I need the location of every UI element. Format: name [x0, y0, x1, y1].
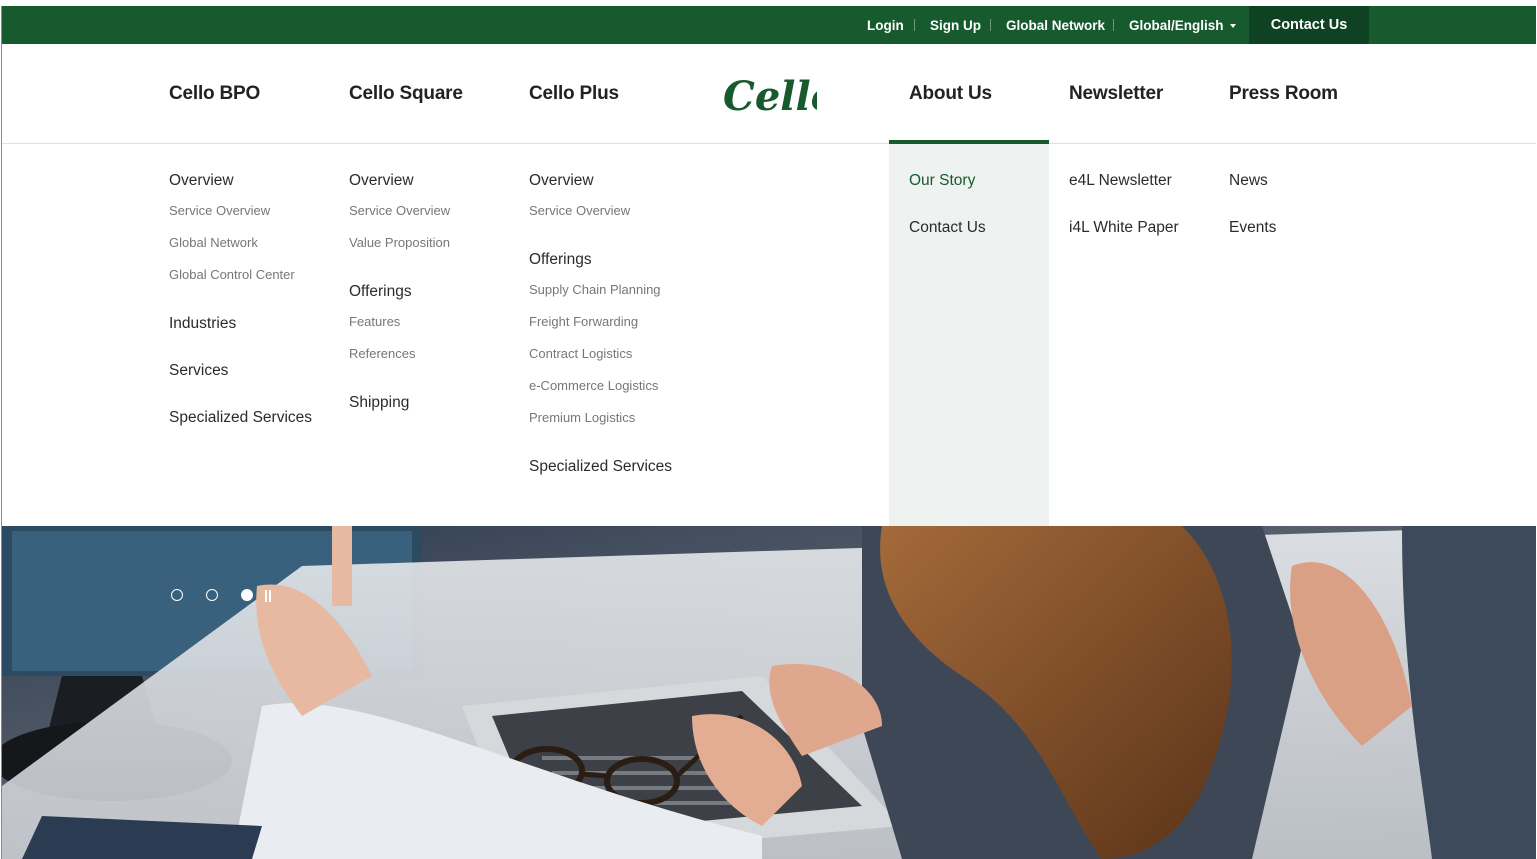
pause-bar	[269, 590, 271, 602]
slider-dot-3[interactable]	[241, 589, 253, 601]
plus-contract-logistics[interactable]: Contract Logistics	[529, 346, 632, 361]
square-offerings[interactable]: Offerings	[349, 283, 412, 301]
newsletter-e4l[interactable]: e4L Newsletter	[1069, 172, 1172, 190]
plus-service-overview[interactable]: Service Overview	[529, 203, 630, 218]
bpo-overview[interactable]: Overview	[169, 172, 234, 190]
press-news[interactable]: News	[1229, 172, 1268, 190]
main-header: Cello BPO Cello Square Cello Plus Cello …	[2, 44, 1536, 144]
bpo-industries[interactable]: Industries	[169, 315, 236, 333]
logo-text: Cello	[723, 73, 817, 120]
plus-ecommerce-logistics[interactable]: e-Commerce Logistics	[529, 378, 658, 393]
bpo-specialized-services[interactable]: Specialized Services	[169, 409, 312, 427]
signup-link[interactable]: Sign Up	[930, 6, 981, 44]
nav-about-us[interactable]: About Us	[909, 44, 992, 143]
plus-freight-forwarding[interactable]: Freight Forwarding	[529, 314, 638, 329]
nav-cello-square[interactable]: Cello Square	[349, 44, 463, 143]
square-service-overview[interactable]: Service Overview	[349, 203, 450, 218]
plus-premium-logistics[interactable]: Premium Logistics	[529, 410, 635, 425]
hero-image	[2, 526, 1536, 859]
login-link[interactable]: Login	[867, 6, 904, 44]
cello-logo[interactable]: Cello	[721, 72, 817, 120]
bpo-global-network[interactable]: Global Network	[169, 235, 258, 250]
square-shipping[interactable]: Shipping	[349, 394, 409, 412]
square-references[interactable]: References	[349, 346, 415, 361]
caret-down-icon	[1229, 23, 1236, 28]
slider-dot-2[interactable]	[206, 589, 218, 601]
pause-bar	[265, 590, 267, 602]
about-contact-us[interactable]: Contact Us	[909, 219, 986, 237]
slider-dot-1[interactable]	[171, 589, 183, 601]
square-features[interactable]: Features	[349, 314, 400, 329]
nav-cello-plus[interactable]: Cello Plus	[529, 44, 619, 143]
about-us-panel	[889, 144, 1049, 526]
plus-specialized-services[interactable]: Specialized Services	[529, 458, 672, 476]
plus-supply-chain-planning[interactable]: Supply Chain Planning	[529, 282, 661, 297]
plus-overview[interactable]: Overview	[529, 172, 594, 190]
global-network-link[interactable]: Global Network	[1006, 6, 1105, 44]
nav-newsletter[interactable]: Newsletter	[1069, 44, 1163, 143]
language-label: Global/English	[1129, 17, 1224, 33]
plus-offerings[interactable]: Offerings	[529, 251, 592, 269]
nav-press-room[interactable]: Press Room	[1229, 44, 1338, 143]
separator	[990, 19, 991, 31]
separator	[1113, 19, 1114, 31]
separator	[914, 19, 915, 31]
square-overview[interactable]: Overview	[349, 172, 414, 190]
page: Login Sign Up Global Network Global/Engl…	[1, 6, 1536, 859]
bpo-global-control-center[interactable]: Global Control Center	[169, 267, 295, 282]
mega-menu: Overview Service Overview Global Network…	[2, 144, 1536, 526]
bpo-service-overview[interactable]: Service Overview	[169, 203, 270, 218]
hero-banner	[2, 526, 1536, 859]
nav-cello-bpo[interactable]: Cello BPO	[169, 44, 260, 143]
language-selector[interactable]: Global/English	[1129, 6, 1236, 44]
pause-icon[interactable]	[265, 590, 272, 602]
contact-us-button[interactable]: Contact Us	[1249, 6, 1369, 44]
square-value-proposition[interactable]: Value Proposition	[349, 235, 450, 250]
press-events[interactable]: Events	[1229, 219, 1276, 237]
about-our-story[interactable]: Our Story	[909, 172, 975, 190]
bpo-services[interactable]: Services	[169, 362, 228, 380]
utility-bar: Login Sign Up Global Network Global/Engl…	[2, 6, 1536, 44]
newsletter-i4l-white-paper[interactable]: i4L White Paper	[1069, 219, 1179, 237]
